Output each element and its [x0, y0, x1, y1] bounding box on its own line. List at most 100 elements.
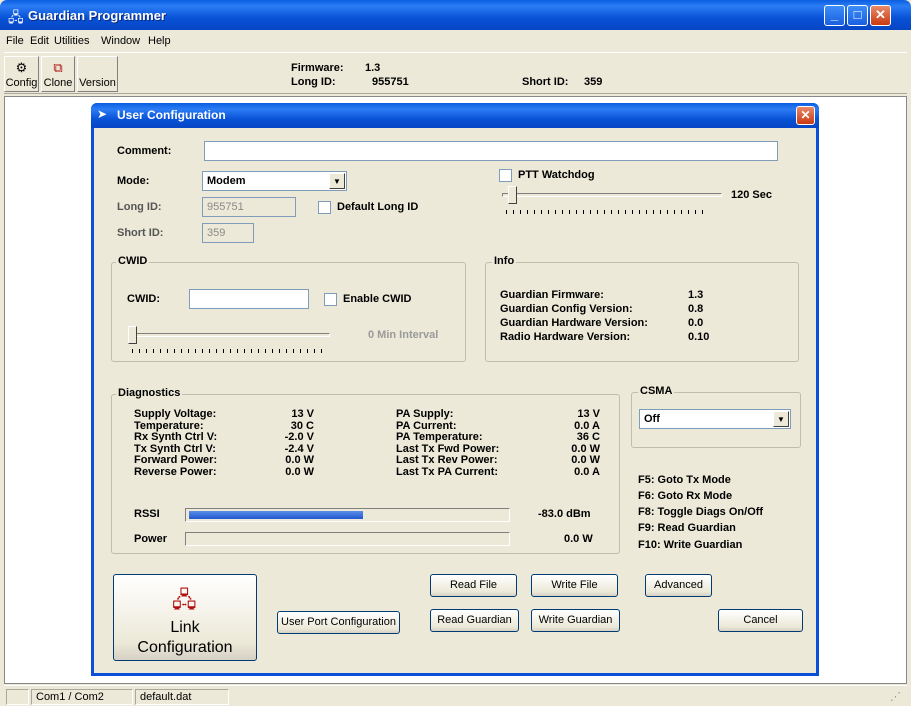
config-button[interactable]: ⚙ Config	[4, 56, 39, 92]
clone-icon: ⧉	[53, 60, 63, 75]
diagnostic-value: 0.0 A	[574, 419, 600, 432]
app-titlebar[interactable]: 🖧 Guardian Programmer _ □ ✕	[0, 0, 911, 30]
diagnostic-label: Last Tx Fwd Power:	[396, 442, 500, 455]
diagnostic-label: Temperature:	[134, 419, 204, 432]
menu-bar: File Edit Utilities Window Help	[4, 30, 907, 50]
enable-cwid-checkbox[interactable]	[324, 293, 337, 306]
maximize-button[interactable]: □	[847, 5, 868, 26]
long-id-label: Long ID:	[117, 201, 162, 213]
diagnostic-value: 0.0 W	[571, 454, 600, 466]
advanced-button[interactable]: Advanced	[645, 574, 712, 597]
config-icon: ⚙	[15, 60, 28, 75]
minimize-button[interactable]: _	[824, 5, 845, 26]
info-value: 0.0	[688, 317, 704, 329]
diagnostic-label: PA Supply:	[396, 408, 454, 420]
diagnostic-label: Last Tx Rev Power:	[396, 454, 498, 466]
status-file: default.dat	[135, 689, 229, 705]
rssi-bar-fill	[189, 511, 363, 519]
hotkey-hint: F6: Goto Rx Mode	[638, 490, 733, 502]
diagnostic-value: 36 C	[576, 431, 600, 443]
diagnostic-label: Reverse Power:	[134, 465, 217, 478]
diagnostic-value: 0.0 W	[571, 442, 600, 455]
write-file-button[interactable]: Write File	[531, 574, 618, 597]
mode-select[interactable]: Modem ▼	[202, 171, 347, 191]
ptt-watchdog-slider-thumb[interactable]	[508, 186, 517, 204]
long-id-value: 955751	[372, 76, 409, 88]
info-label: Radio Hardware Version:	[500, 331, 631, 343]
diagnostic-value: 13 V	[577, 408, 600, 420]
read-file-button[interactable]: Read File	[430, 574, 517, 597]
clone-button[interactable]: ⧉ Clone	[41, 56, 75, 92]
info-label: Guardian Config Version:	[500, 303, 633, 315]
app-title: Guardian Programmer	[28, 8, 166, 23]
menu-utilities[interactable]: Utilities	[54, 35, 89, 47]
diagnostic-label: Forward Power:	[134, 454, 218, 466]
version-button[interactable]: Version	[77, 56, 118, 92]
rssi-value: -83.0 dBm	[538, 508, 591, 520]
default-long-id-label: Default Long ID	[337, 201, 419, 213]
dialog-titlebar[interactable]: ➤ User Configuration ✕	[91, 103, 819, 128]
cancel-button[interactable]: Cancel	[718, 609, 803, 632]
chevron-down-icon[interactable]: ▼	[329, 173, 345, 189]
firmware-value: 1.3	[365, 62, 381, 74]
csma-group-title: CSMA	[638, 385, 675, 397]
menu-file[interactable]: File	[6, 35, 24, 47]
cwid-interval-value: 0 Min Interval	[368, 329, 439, 341]
ptt-watchdog-ticks	[506, 210, 706, 214]
diagnostic-value: -2.0 V	[284, 431, 314, 443]
cwid-label: CWID:	[127, 293, 160, 305]
diagnostic-value: 13 V	[291, 408, 314, 420]
ptt-watchdog-value: 120 Sec	[731, 189, 772, 201]
status-ports: Com1 / Com2	[31, 689, 133, 705]
long-id-input[interactable]: 955751	[202, 197, 296, 217]
ptt-watchdog-slider-track[interactable]	[502, 193, 722, 197]
write-guardian-button[interactable]: Write Guardian	[531, 609, 620, 632]
link-configuration-icon: 🖧	[172, 587, 197, 612]
dialog-icon: ➤	[97, 107, 108, 121]
hotkey-hint: F8: Toggle Diags On/Off	[638, 506, 764, 518]
short-id-value: 359	[584, 76, 603, 88]
user-port-configuration-button[interactable]: User Port Configuration	[277, 611, 400, 634]
cwid-input[interactable]	[189, 289, 309, 309]
diagnostic-label: PA Temperature:	[396, 431, 483, 443]
default-long-id-checkbox[interactable]	[318, 201, 331, 214]
hotkey-hint: F9: Read Guardian	[638, 522, 736, 534]
cwid-interval-slider-thumb[interactable]	[128, 326, 137, 344]
resize-grip-icon[interactable]: ⋰	[890, 690, 901, 703]
status-blank	[6, 689, 29, 705]
diagnostic-value: 0.0 W	[285, 454, 314, 466]
short-id-label: Short ID:	[522, 76, 569, 88]
comment-input[interactable]	[204, 141, 778, 161]
status-bar: Com1 / Com2 default.dat ⋰	[4, 685, 907, 706]
diagnostic-value: 30 C	[290, 419, 314, 432]
diagnostic-value: 0.0 A	[574, 465, 600, 478]
firmware-label: Firmware:	[291, 62, 344, 74]
csma-select[interactable]: Off ▼	[639, 409, 791, 429]
diagnostic-label: Supply Voltage:	[134, 408, 217, 420]
cwid-interval-ticks	[132, 349, 328, 353]
hotkey-hint: F5: Goto Tx Mode	[638, 474, 731, 486]
info-value: 0.10	[688, 331, 710, 343]
mode-label: Mode:	[117, 175, 150, 187]
chevron-down-icon[interactable]: ▼	[773, 411, 789, 427]
menu-edit[interactable]: Edit	[30, 35, 49, 47]
close-button[interactable]: ✕	[870, 5, 891, 26]
info-value: 0.8	[688, 303, 704, 315]
ptt-watchdog-checkbox[interactable]	[499, 169, 512, 182]
menu-help[interactable]: Help	[148, 35, 171, 47]
rssi-bar	[185, 508, 510, 522]
dialog-close-button[interactable]: ✕	[796, 106, 815, 125]
diagnostic-label: Tx Synth Ctrl V:	[134, 442, 216, 455]
read-guardian-button[interactable]: Read Guardian	[430, 609, 519, 632]
ptt-watchdog-label: PTT Watchdog	[518, 169, 595, 181]
link-configuration-button[interactable]: 🖧 Link Configuration	[113, 574, 257, 661]
power-bar	[185, 532, 510, 546]
cwid-group-title: CWID	[116, 255, 150, 267]
power-label: Power	[134, 533, 168, 545]
menu-window[interactable]: Window	[101, 35, 140, 47]
cwid-interval-slider-track[interactable]	[130, 333, 330, 337]
diagnostic-value: -2.4 V	[284, 442, 314, 455]
info-value: 1.3	[688, 289, 704, 301]
cwid-group	[111, 262, 466, 362]
short-id-input[interactable]: 359	[202, 223, 254, 243]
